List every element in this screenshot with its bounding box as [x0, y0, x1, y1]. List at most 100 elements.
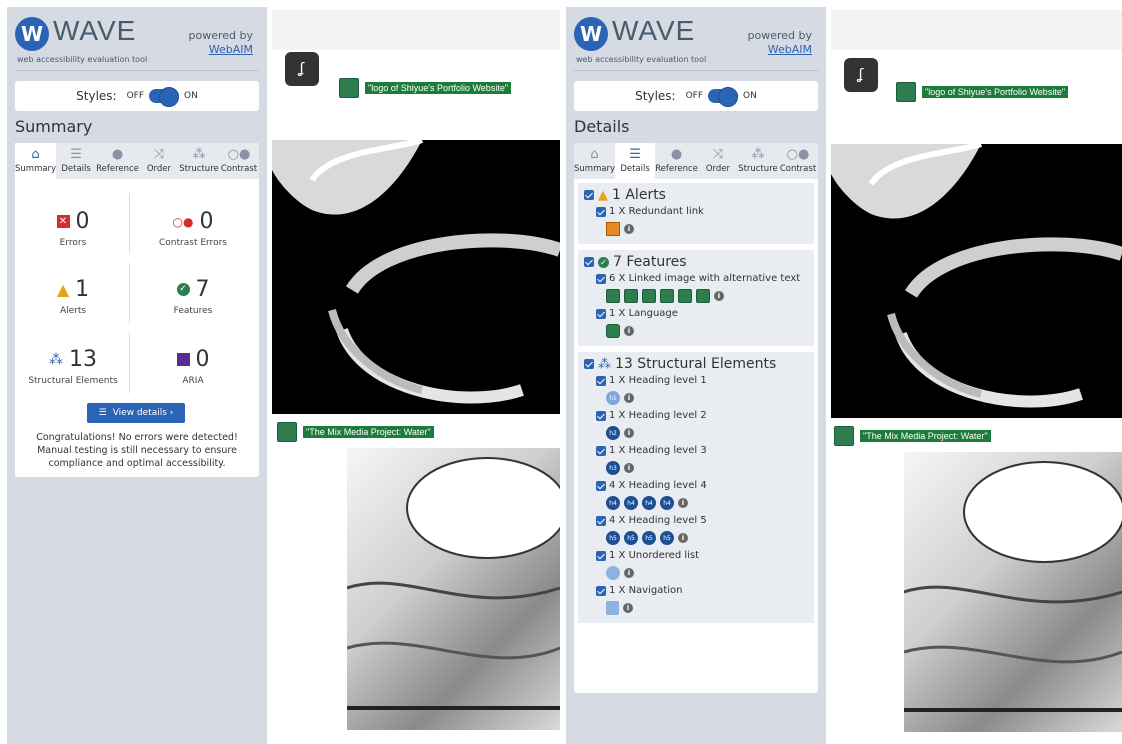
logo-alt-tag[interactable]: "logo of Shiyue's Portfolio Website": [339, 78, 512, 98]
summary-panel: ✕ 0 Errors ○● 0 Contrast Errors ▲ 1 Alerts …: [15, 179, 259, 477]
redundant-link-icon[interactable]: [606, 222, 620, 236]
heading-5-icon[interactable]: h5: [606, 531, 620, 545]
errors-label: Errors: [59, 238, 87, 248]
styles-toggle[interactable]: [708, 87, 739, 107]
linked-image-icon[interactable]: [696, 289, 710, 303]
wave-header: W WAVE web accessibility evaluation tool…: [574, 15, 818, 71]
home-icon: ⌂: [31, 147, 40, 162]
info-icon[interactable]: i: [624, 428, 634, 438]
info-icon[interactable]: i: [624, 568, 634, 578]
heading-4-icon[interactable]: h4: [624, 496, 638, 510]
structural-checkbox[interactable]: [584, 359, 594, 369]
language-item: 1 X Language i: [596, 308, 808, 340]
heading-5-icon[interactable]: h5: [660, 531, 674, 545]
tab-contrast[interactable]: ○● Contrast: [219, 143, 259, 179]
item-checkbox[interactable]: [596, 550, 606, 561]
heading-5-icon[interactable]: h5: [624, 531, 638, 545]
site-header-bar: [831, 10, 1122, 50]
webaim-link[interactable]: WebAIM: [189, 43, 253, 57]
linked-image-icon[interactable]: [624, 289, 638, 303]
site-logo[interactable]: ʆ: [285, 52, 319, 86]
features-label: Features: [173, 306, 213, 316]
structure-icon: ⁂: [751, 147, 765, 162]
linked-image-icon[interactable]: [606, 289, 620, 303]
linked-image-icon: [277, 422, 297, 442]
unordered-list-icon[interactable]: [606, 566, 620, 580]
heading-4-icon[interactable]: h4: [606, 496, 620, 510]
structural-count: 13: [69, 347, 97, 372]
project-image-sketch[interactable]: [904, 452, 1122, 732]
item-checkbox[interactable]: [596, 273, 606, 284]
heading-4-icon[interactable]: h4: [660, 496, 674, 510]
tab-structure[interactable]: ⁂ Structure: [738, 143, 778, 179]
language-globe-icon[interactable]: [606, 324, 620, 338]
styles-toggle[interactable]: [149, 87, 180, 107]
project-image-bubble[interactable]: [272, 140, 560, 414]
features-checkbox[interactable]: [584, 257, 594, 267]
alerts-checkbox[interactable]: [584, 190, 594, 200]
tab-summary[interactable]: ⌂ Summary: [574, 143, 615, 179]
site-logo[interactable]: ʆ: [844, 58, 878, 92]
info-icon[interactable]: i: [678, 498, 688, 508]
tab-label: Summary: [15, 164, 57, 174]
navigation-icon[interactable]: [606, 601, 619, 615]
tab-summary[interactable]: ⌂ Summary: [15, 143, 57, 179]
linked-image-icon[interactable]: [642, 289, 656, 303]
linked-image-icon[interactable]: [678, 289, 692, 303]
styles-toggle-box: Styles: OFF ON: [574, 81, 818, 111]
tab-reference[interactable]: ● Reference: [96, 143, 139, 179]
project-alt-tag[interactable]: "The Mix Media Project: Water": [834, 426, 991, 446]
item-checkbox[interactable]: [596, 410, 606, 421]
item-label: 4 X Heading level 4: [609, 480, 707, 491]
info-icon: ●: [670, 147, 683, 162]
tab-order[interactable]: ⤨ Order: [139, 143, 179, 179]
heading-5-icon[interactable]: h5: [642, 531, 656, 545]
wave-subtitle: web accessibility evaluation tool: [576, 55, 707, 64]
item-checkbox[interactable]: [596, 206, 606, 217]
tab-contrast[interactable]: ○● Contrast: [778, 143, 818, 179]
tab-details[interactable]: ☰ Details: [615, 143, 656, 179]
structural-stat[interactable]: ⁂ 13 Structural Elements: [15, 347, 131, 386]
logo-alt-tag[interactable]: "logo of Shiyue's Portfolio Website": [896, 82, 1069, 102]
info-icon[interactable]: i: [624, 463, 634, 473]
tab-label: Summary: [574, 164, 616, 174]
errors-stat[interactable]: ✕ 0 Errors: [15, 209, 131, 248]
tab-order[interactable]: ⤨ Order: [698, 143, 738, 179]
item-checkbox[interactable]: [596, 515, 606, 526]
heading-2-icon[interactable]: h2: [606, 426, 620, 440]
info-icon[interactable]: i: [624, 393, 634, 403]
project-alt-tag[interactable]: "The Mix Media Project: Water": [277, 422, 434, 442]
info-icon[interactable]: i: [714, 291, 724, 301]
item-checkbox[interactable]: [596, 585, 606, 596]
features-stat[interactable]: ✓ 7 Features: [135, 277, 251, 316]
heading-3-icon[interactable]: h3: [606, 461, 620, 475]
alerts-stat[interactable]: ▲ 1 Alerts: [15, 277, 131, 316]
tab-label: Order: [146, 164, 172, 174]
errors-count: 0: [75, 209, 90, 234]
contrast-errors-stat[interactable]: ○● 0 Contrast Errors: [135, 209, 251, 248]
info-icon[interactable]: i: [623, 603, 633, 613]
alert-icon: ▲: [598, 187, 608, 203]
item-checkbox[interactable]: [596, 480, 606, 491]
info-icon[interactable]: i: [624, 224, 634, 234]
feature-check-icon: ✓: [176, 283, 190, 296]
item-checkbox[interactable]: [596, 445, 606, 456]
linked-image-icon[interactable]: [660, 289, 674, 303]
linked-image-item: 6 X Linked image with alternative text i: [596, 273, 808, 305]
project-image-sketch[interactable]: [347, 448, 560, 730]
project-image-bubble[interactable]: [831, 144, 1122, 418]
tab-reference[interactable]: ● Reference: [655, 143, 698, 179]
item-checkbox[interactable]: [596, 375, 606, 386]
info-icon[interactable]: i: [678, 533, 688, 543]
aria-stat[interactable]: 0 ARIA: [135, 347, 251, 386]
wave-summary-view: W WAVE web accessibility evaluation tool…: [0, 0, 560, 744]
item-checkbox[interactable]: [596, 308, 606, 319]
webaim-link[interactable]: WebAIM: [748, 43, 812, 57]
heading-4-icon[interactable]: h4: [642, 496, 656, 510]
heading-4-item: 4 X Heading level 4 h4 h4 h4 h4 i: [596, 480, 808, 512]
heading-1-icon[interactable]: h1: [606, 391, 620, 405]
tab-structure[interactable]: ⁂ Structure: [179, 143, 219, 179]
info-icon[interactable]: i: [624, 326, 634, 336]
view-details-button[interactable]: ☰ View details ›: [87, 403, 185, 423]
tab-details[interactable]: ☰ Details: [56, 143, 96, 179]
